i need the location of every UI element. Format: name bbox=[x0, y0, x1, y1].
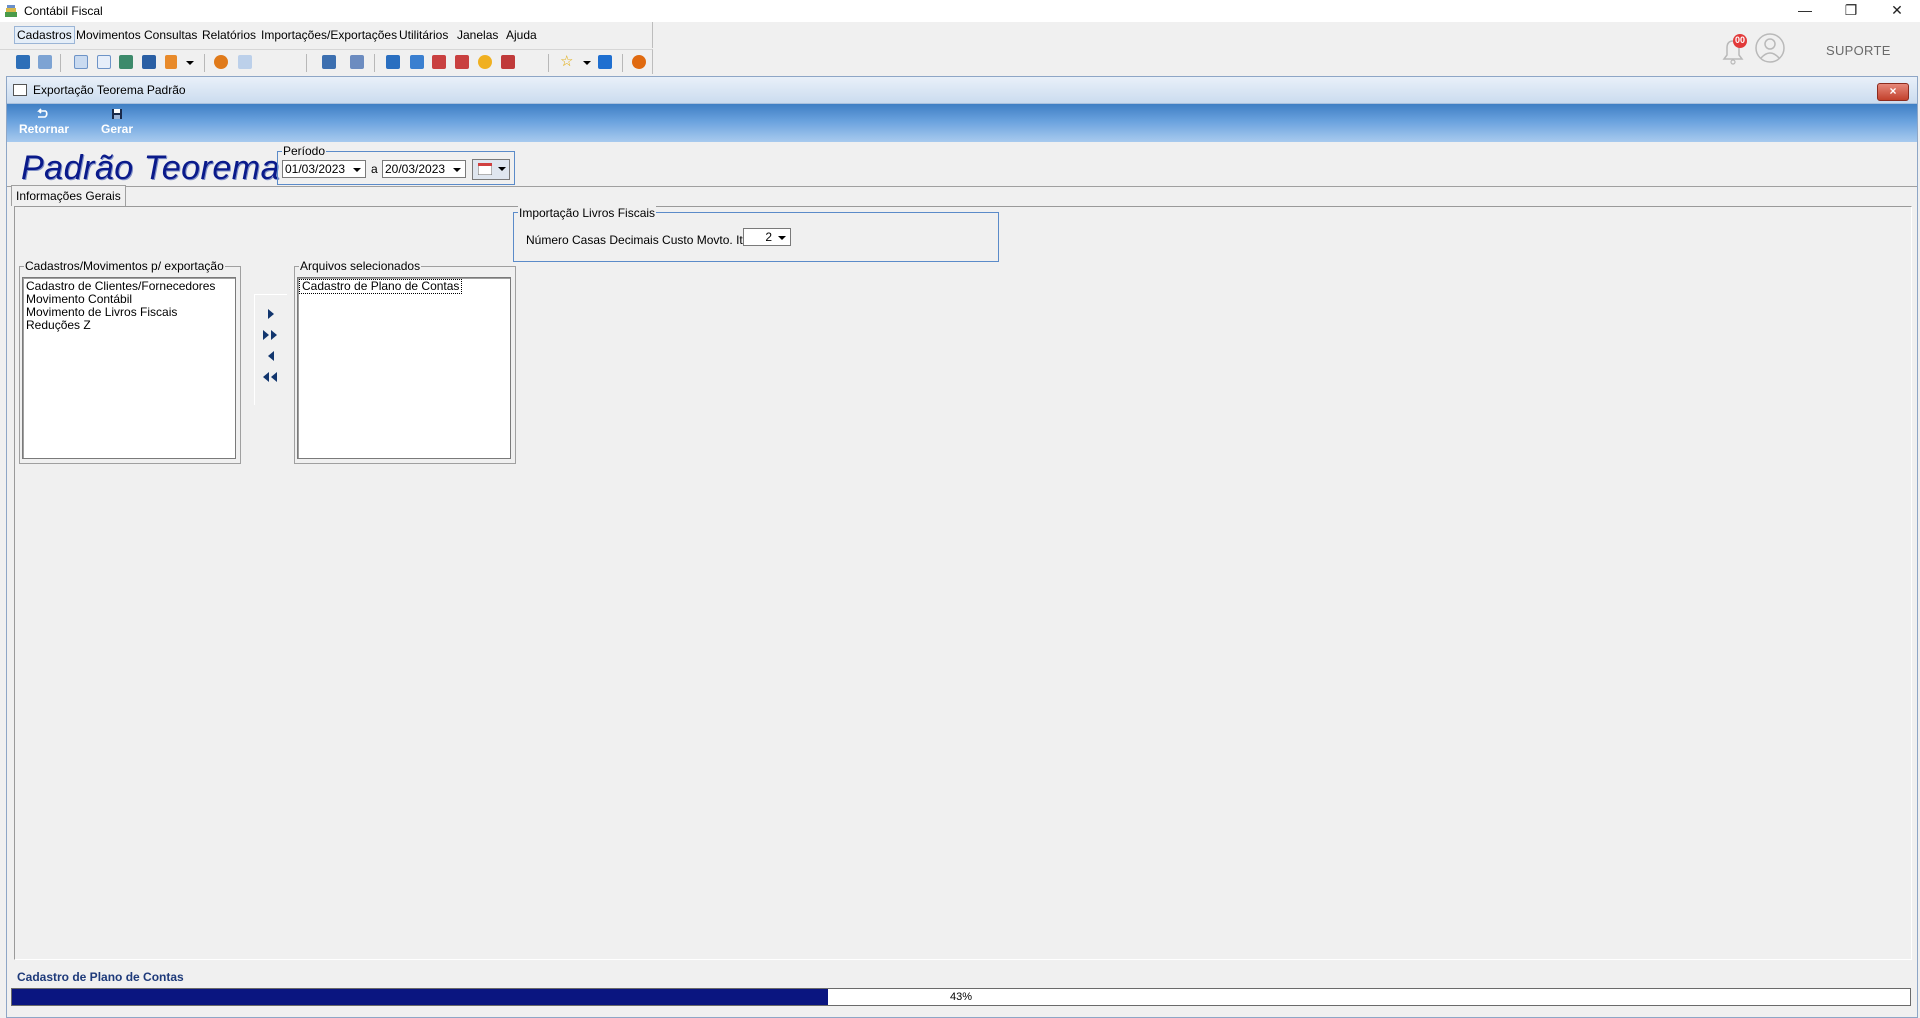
toolbar: ☆ bbox=[0, 49, 653, 74]
menu-relatorios[interactable]: Relatórios bbox=[202, 28, 256, 42]
menu-utilitarios[interactable]: Utilitários bbox=[399, 28, 448, 42]
app-logo-icon bbox=[5, 5, 17, 17]
livros-fiscais-label: Importação Livros Fiscais bbox=[518, 206, 657, 220]
list-item[interactable]: Reduções Z bbox=[26, 319, 91, 332]
tab-strip-line bbox=[7, 186, 1917, 187]
period-separator: a bbox=[371, 162, 378, 176]
selected-list[interactable]: Cadastro de Plano de Contas bbox=[297, 277, 511, 459]
users-icon[interactable] bbox=[38, 55, 52, 69]
period-start-value: 01/03/2023 bbox=[285, 162, 346, 176]
building-icon[interactable] bbox=[501, 55, 515, 69]
user-profile-icon[interactable] bbox=[1754, 32, 1786, 64]
close-button[interactable]: ✕ bbox=[1874, 0, 1920, 22]
chevron-down-icon bbox=[453, 168, 461, 172]
move-all-left-icon[interactable] bbox=[262, 371, 280, 383]
dropdown-arrow-icon[interactable] bbox=[186, 61, 194, 65]
favorites-dropdown-icon[interactable] bbox=[583, 61, 591, 65]
menu-importacoes-exportacoes[interactable]: Importações/Exportações bbox=[261, 28, 397, 42]
report-icon[interactable] bbox=[386, 55, 400, 69]
table-icon[interactable] bbox=[119, 55, 133, 69]
document-icon[interactable] bbox=[410, 55, 424, 69]
periodo-group: Período 01/03/2023 a 20/03/2023 bbox=[277, 144, 515, 185]
clock-icon[interactable] bbox=[478, 55, 492, 69]
calendar-button[interactable] bbox=[472, 159, 510, 180]
star-icon[interactable]: ☆ bbox=[560, 52, 573, 70]
action-ribbon: Retornar Gerar bbox=[7, 104, 1917, 142]
menu-bar: Cadastros Movimentos Consultas Relatório… bbox=[0, 22, 653, 48]
decimal-places-select[interactable]: 2 bbox=[743, 228, 791, 246]
move-left-icon[interactable] bbox=[265, 350, 277, 362]
title-bar: Contábil Fiscal — ❐ ✕ bbox=[0, 0, 1920, 22]
decimal-places-value: 2 bbox=[765, 230, 772, 244]
available-group: Cadastros/Movimentos p/ exportação Cadas… bbox=[19, 259, 241, 464]
move-all-right-icon[interactable] bbox=[262, 329, 280, 341]
decimal-places-label: Número Casas Decimais Custo Movto. Itens bbox=[526, 233, 763, 247]
status-text: Cadastro de Plano de Contas bbox=[17, 970, 184, 984]
generate-button[interactable]: Gerar bbox=[97, 107, 137, 136]
power-icon[interactable] bbox=[632, 55, 646, 69]
window-title: Exportação Teorema Padrão bbox=[33, 83, 186, 97]
progress-label: 43% bbox=[949, 991, 973, 1003]
minimize-button[interactable]: — bbox=[1782, 0, 1828, 22]
return-label: Retornar bbox=[19, 122, 70, 136]
period-end-value: 20/03/2023 bbox=[385, 162, 446, 176]
export-icon[interactable] bbox=[322, 55, 336, 69]
save-icon bbox=[112, 109, 122, 119]
list-item[interactable]: Cadastro de Plano de Contas bbox=[298, 279, 463, 294]
chart-icon[interactable] bbox=[165, 55, 177, 69]
available-list[interactable]: Cadastro de Clientes/Fornecedores Movime… bbox=[22, 277, 236, 459]
gear-icon[interactable] bbox=[214, 55, 228, 69]
info-icon[interactable] bbox=[598, 55, 612, 69]
grid-icon[interactable] bbox=[142, 55, 156, 69]
menu-ajuda[interactable]: Ajuda bbox=[506, 28, 537, 42]
move-right-icon[interactable] bbox=[265, 308, 277, 320]
tab-content: Importação Livros Fiscais Número Casas D… bbox=[14, 206, 1912, 960]
form-icon[interactable] bbox=[74, 55, 88, 69]
calendar-icon[interactable] bbox=[432, 55, 446, 69]
return-icon bbox=[37, 108, 48, 118]
app-title: Contábil Fiscal bbox=[24, 4, 103, 18]
livros-fiscais-group: Importação Livros Fiscais Número Casas D… bbox=[513, 206, 999, 262]
menu-consultas[interactable]: Consultas bbox=[144, 28, 197, 42]
calendar-edit-icon[interactable] bbox=[455, 55, 469, 69]
available-label: Cadastros/Movimentos p/ exportação bbox=[24, 259, 225, 273]
period-end-date[interactable]: 20/03/2023 bbox=[382, 160, 466, 178]
export-window: Exportação Teorema Padrão × Retornar Ger… bbox=[6, 76, 1918, 1018]
calendar-icon bbox=[478, 163, 492, 175]
list-icon[interactable] bbox=[97, 55, 111, 69]
transfer-buttons bbox=[254, 294, 287, 405]
chevron-down-icon bbox=[778, 236, 786, 240]
window-close-button[interactable]: × bbox=[1877, 83, 1909, 101]
selected-label: Arquivos selecionados bbox=[299, 259, 422, 273]
calculator-icon[interactable] bbox=[350, 55, 364, 69]
generate-label: Gerar bbox=[100, 122, 134, 136]
apps-icon[interactable] bbox=[238, 55, 252, 69]
chevron-down-icon bbox=[353, 168, 361, 172]
menu-cadastros[interactable]: Cadastros bbox=[14, 26, 75, 44]
window-icon bbox=[13, 84, 27, 96]
support-label[interactable]: SUPORTE bbox=[1826, 43, 1891, 58]
selected-group: Arquivos selecionados Cadastro de Plano … bbox=[294, 259, 516, 464]
menu-janelas[interactable]: Janelas bbox=[457, 28, 498, 42]
return-button[interactable]: Retornar bbox=[19, 107, 69, 136]
notification-count: 00 bbox=[1734, 35, 1745, 45]
folder-icon[interactable] bbox=[16, 55, 30, 69]
period-start-date[interactable]: 01/03/2023 bbox=[282, 160, 366, 178]
window-title-bar: Exportação Teorema Padrão × bbox=[7, 77, 1917, 104]
progress-bar: 43% bbox=[11, 988, 1911, 1006]
chevron-down-icon bbox=[498, 167, 506, 171]
periodo-label: Período bbox=[282, 144, 327, 158]
brand-title: Padrão Teorema bbox=[21, 149, 281, 187]
tab-informacoes-gerais[interactable]: Informações Gerais bbox=[11, 185, 126, 206]
restore-button[interactable]: ❐ bbox=[1828, 0, 1874, 22]
menu-movimentos[interactable]: Movimentos bbox=[76, 28, 141, 42]
